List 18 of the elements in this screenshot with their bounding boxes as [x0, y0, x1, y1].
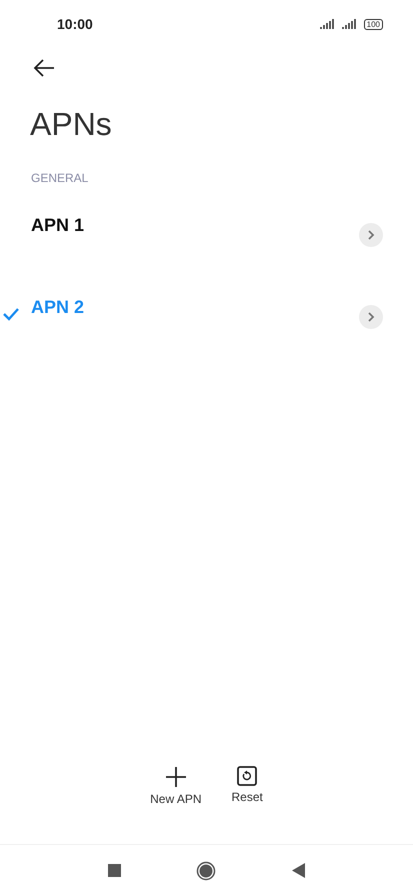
back-nav-button[interactable] — [292, 863, 306, 878]
reset-icon — [237, 766, 258, 786]
recents-button[interactable] — [108, 864, 121, 877]
chevron-button[interactable] — [359, 223, 383, 247]
new-apn-button[interactable]: New APN — [150, 766, 202, 844]
page-title: APNs — [30, 106, 113, 143]
chevron-button[interactable] — [359, 305, 383, 329]
signal-icon — [320, 19, 336, 29]
reset-button[interactable]: Reset — [232, 766, 263, 844]
battery-level: 100 — [364, 18, 383, 30]
home-button[interactable] — [196, 860, 216, 880]
status-time: 10:00 — [57, 16, 93, 32]
apn-name[interactable]: APN 1 — [31, 215, 84, 236]
section-header: GENERAL — [31, 171, 90, 185]
chevron-icon — [366, 229, 376, 241]
signal-icon — [342, 19, 358, 29]
chevron-icon — [366, 311, 376, 323]
plus-icon — [164, 766, 187, 788]
